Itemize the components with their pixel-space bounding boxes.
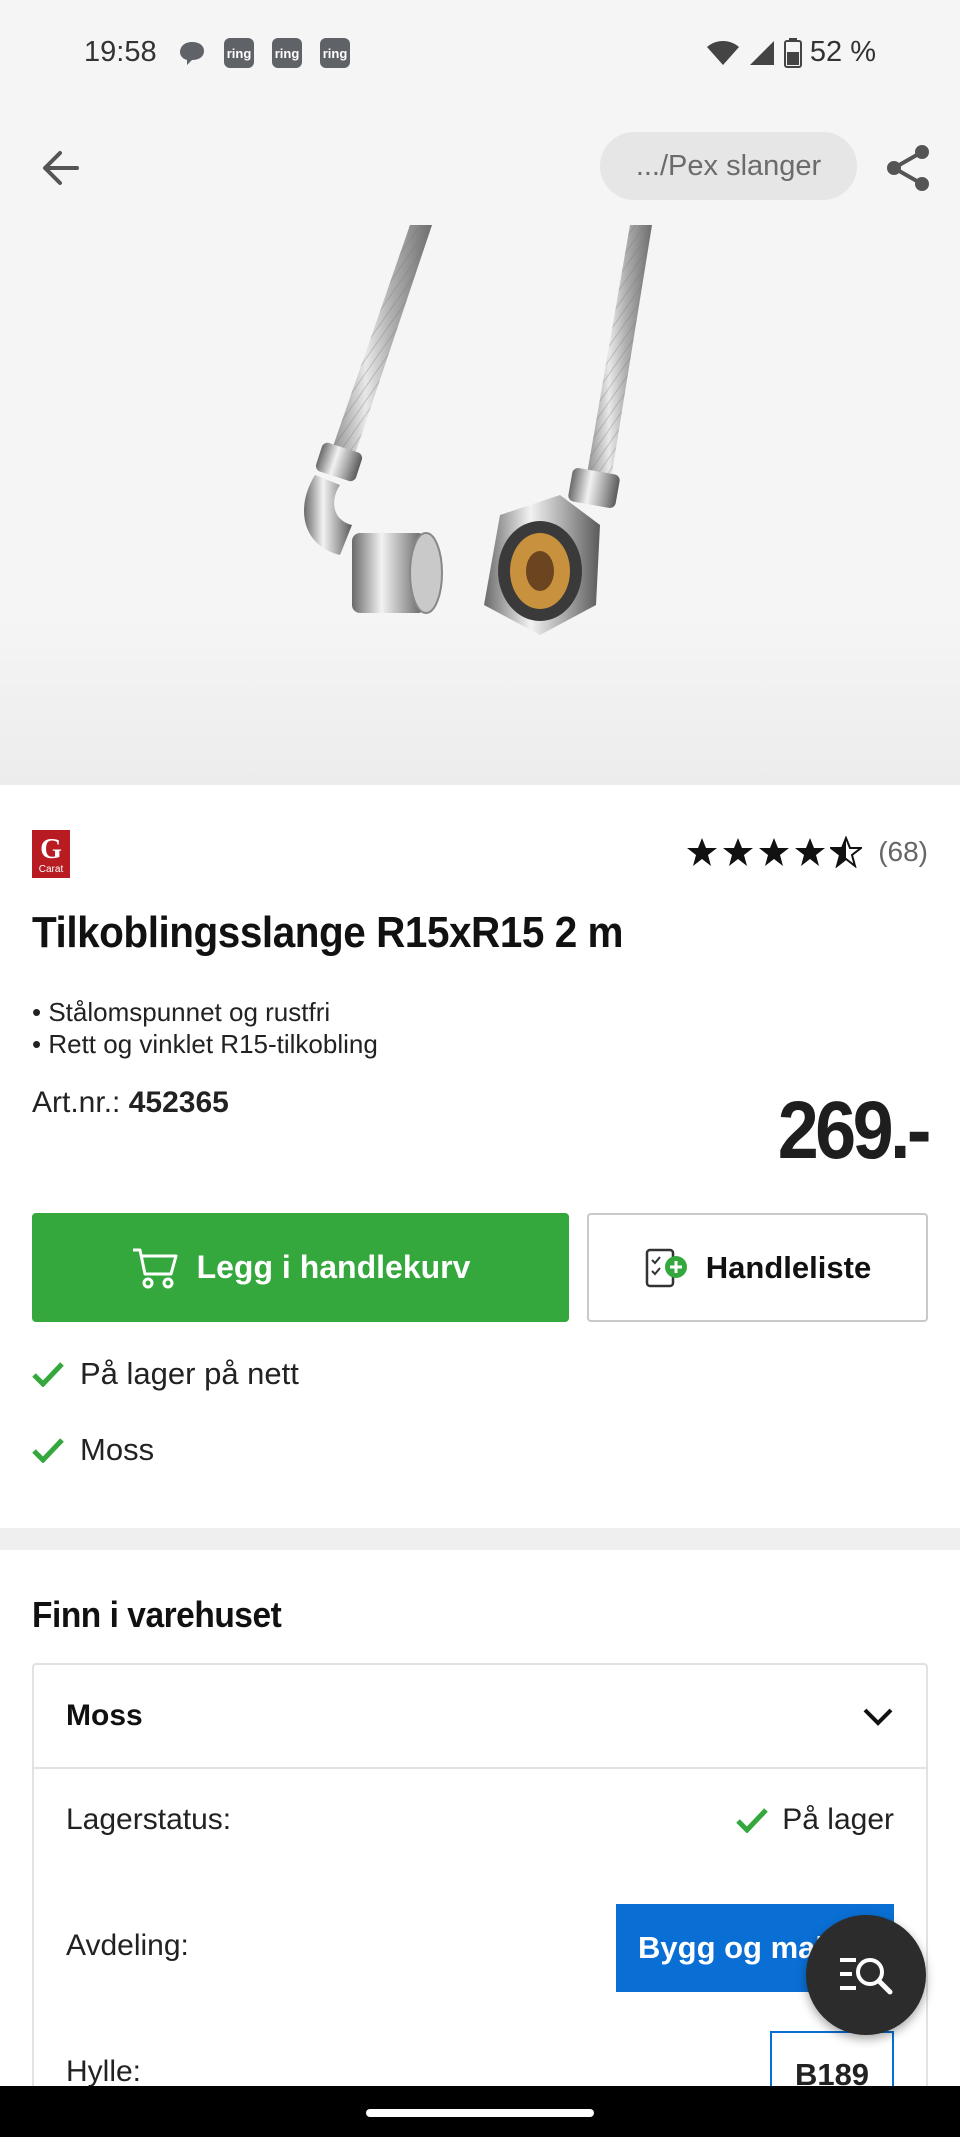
share-button[interactable]	[882, 142, 934, 194]
product-bullets: • Stålomspunnet og rustfri • Rett og vin…	[32, 996, 378, 1060]
stock-status-value: På lager	[736, 1803, 894, 1837]
stock-status-label: Lagerstatus:	[66, 1803, 232, 1836]
brand-logo[interactable]: G Carat	[32, 830, 70, 878]
battery-icon	[783, 37, 802, 68]
check-icon	[32, 1362, 64, 1387]
bullet-item: • Stålomspunnet og rustfri	[32, 997, 331, 1027]
shelf-label: Hylle:	[66, 2055, 142, 2088]
product-rating[interactable]: (68)	[686, 836, 928, 868]
online-stock-status: På lager på nett	[32, 1356, 299, 1392]
stock-status-text: På lager	[782, 1803, 894, 1836]
artnr-value: 452365	[128, 1086, 229, 1119]
top-app-bar: .../Pex slanger	[0, 110, 960, 225]
department-label: Avdeling:	[66, 1929, 189, 1962]
star-filled-icon	[795, 838, 826, 866]
arrow-left-icon	[43, 151, 79, 185]
star-half-icon	[830, 836, 863, 868]
shopping-list-label: Handleliste	[705, 1249, 872, 1285]
system-navigation-bar	[0, 2086, 960, 2137]
signal-icon	[749, 40, 774, 65]
product-image[interactable]	[0, 225, 960, 785]
find-in-store-title: Finn i varehuset	[32, 1594, 282, 1635]
cart-icon	[132, 1248, 178, 1288]
share-icon	[887, 145, 929, 191]
ring-notification-icon: ring	[320, 38, 350, 68]
home-gesture-handle[interactable]	[366, 2109, 594, 2117]
search-fab[interactable]	[806, 1915, 926, 2035]
brand-logo-mark: G	[40, 834, 62, 865]
check-icon	[736, 1808, 769, 1833]
ring-notification-icon: ring	[224, 38, 254, 68]
artnr-label: Art.nr.:	[32, 1086, 121, 1119]
rating-count: (68)	[878, 836, 928, 867]
search-list-icon	[840, 1958, 893, 1995]
brand-name: Carat	[38, 864, 64, 875]
breadcrumb-chip[interactable]: .../Pex slanger	[600, 132, 857, 200]
store-selector[interactable]: Moss	[34, 1665, 926, 1769]
chat-notification-icon	[180, 42, 204, 65]
status-bar: 19:58 ring ring ring 52 %	[0, 0, 960, 110]
status-indicators: 52 %	[706, 36, 876, 69]
wifi-icon	[706, 40, 739, 65]
hose-product-picture	[304, 225, 652, 635]
product-title: Tilkoblingsslange R15xR15 2 m	[32, 908, 624, 957]
online-stock-text: På lager på nett	[80, 1356, 299, 1391]
shopping-list-add-icon	[645, 1248, 687, 1287]
store-stock-status: Moss	[32, 1432, 154, 1468]
store-card: Moss Lagerstatus: På lager Avdeling: Byg…	[32, 1663, 928, 2137]
store-stock-text: Moss	[80, 1432, 155, 1467]
store-name: Moss	[66, 1699, 143, 1732]
battery-percent: 52 %	[809, 36, 876, 68]
status-time: 19:58	[84, 36, 157, 68]
add-to-cart-label: Legg i handlekurv	[196, 1249, 471, 1285]
star-filled-icon	[723, 838, 754, 866]
article-number: Art.nr.: 452365	[32, 1086, 229, 1120]
star-filled-icon	[759, 838, 790, 866]
chevron-down-icon	[863, 1708, 893, 1726]
back-button[interactable]	[32, 140, 88, 196]
star-filled-icon	[687, 838, 718, 866]
check-icon	[32, 1438, 64, 1463]
ring-notification-icon: ring	[272, 38, 302, 68]
bullet-item: • Rett og vinklet R15-tilkobling	[32, 1029, 378, 1059]
shopping-list-button[interactable]: Handleliste	[587, 1213, 928, 1322]
section-divider	[0, 1528, 960, 1550]
product-price: 269.-	[777, 1085, 932, 1176]
add-to-cart-button[interactable]: Legg i handlekurv	[32, 1213, 569, 1322]
